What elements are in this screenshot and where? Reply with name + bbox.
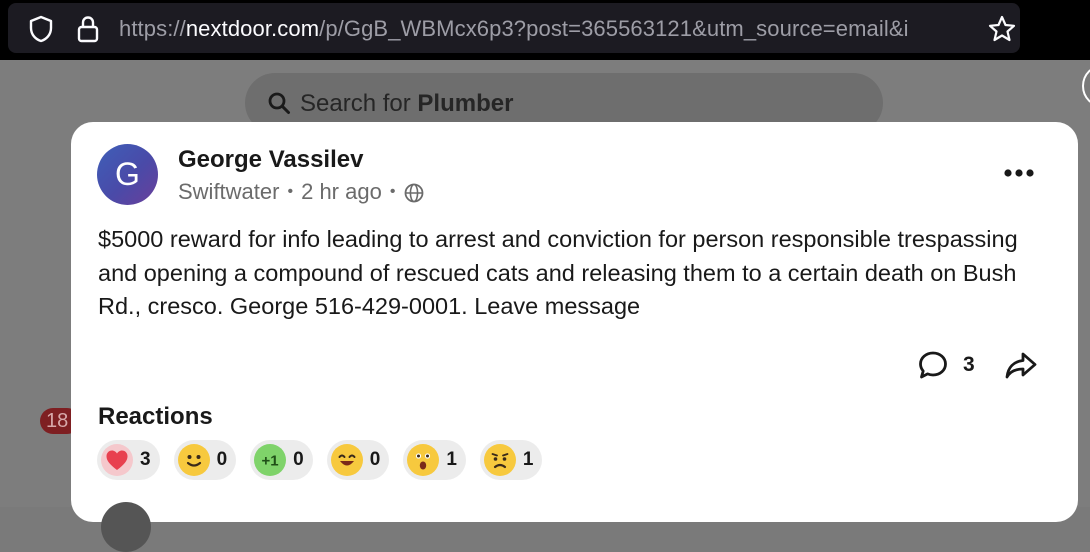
- reaction-heart[interactable]: 3: [97, 440, 160, 480]
- author-avatar[interactable]: G: [97, 144, 158, 205]
- url-path: /p/GgB_WBMcx6p3?post=365563121&utm_sourc…: [319, 16, 909, 41]
- comment-count[interactable]: 3: [963, 353, 975, 377]
- post-time: 2 hr ago: [301, 179, 382, 204]
- heart-icon: [101, 444, 133, 476]
- reaction-count: 1: [522, 449, 534, 470]
- shield-icon[interactable]: [28, 15, 54, 43]
- surprised-icon: [407, 444, 440, 476]
- post-body: $5000 reward for info leading to arrest …: [98, 226, 1018, 319]
- browser-toolbar: https://nextdoor.com/p/GgB_WBMcx6p3?post…: [0, 0, 1090, 60]
- post-meta: Swiftwater • 2 hr ago •: [178, 179, 425, 205]
- separator-dot: •: [287, 183, 294, 200]
- reactions-heading: Reactions: [98, 403, 213, 430]
- url-fade: [948, 3, 983, 53]
- reaction-count: 0: [216, 449, 228, 470]
- address-bar[interactable]: https://nextdoor.com/p/GgB_WBMcx6p3?post…: [8, 3, 1020, 53]
- author-name[interactable]: George Vassilev: [178, 146, 363, 174]
- reaction-count: 3: [140, 449, 151, 470]
- more-options-icon[interactable]: [1003, 166, 1035, 180]
- separator-dot: •: [389, 183, 396, 200]
- laugh-icon: [330, 444, 363, 476]
- reactions-row: 3 0 +1 0 0 1 1: [97, 440, 543, 480]
- url-prefix: https://: [119, 16, 186, 41]
- reaction-count: 0: [293, 449, 304, 470]
- svg-text:+1: +1: [262, 453, 279, 470]
- share-icon[interactable]: [1004, 349, 1038, 381]
- post-card: G George Vassilev Swiftwater • 2 hr ago …: [71, 122, 1078, 552]
- lock-icon[interactable]: [76, 14, 100, 44]
- search-prefix: Search for: [300, 90, 418, 117]
- globe-icon: [405, 183, 424, 203]
- smile-icon: [177, 444, 210, 476]
- reaction-sad[interactable]: 1: [479, 440, 543, 480]
- comment-icon[interactable]: [917, 349, 949, 381]
- reaction-plus-one[interactable]: +1 0: [250, 440, 313, 480]
- url-domain: nextdoor.com: [185, 16, 320, 41]
- reaction-smile[interactable]: 0: [173, 440, 237, 480]
- reaction-count: 1: [446, 449, 457, 470]
- url-text[interactable]: https://nextdoor.com/p/GgB_WBMcx6p3?post…: [119, 16, 979, 42]
- neighborhood-link[interactable]: Swiftwater: [178, 179, 279, 205]
- search-placeholder: Search for Plumber: [300, 90, 513, 118]
- reaction-surprised[interactable]: 1: [403, 440, 466, 480]
- bookmark-star-icon[interactable]: [987, 14, 1017, 44]
- plus-one-icon: +1: [254, 444, 287, 476]
- reaction-count: 0: [369, 449, 381, 470]
- reaction-laugh[interactable]: 0: [326, 440, 390, 480]
- sad-icon: [483, 444, 516, 476]
- commenter-avatar[interactable]: [101, 502, 151, 552]
- search-term: Plumber: [417, 90, 514, 117]
- search-icon: [268, 92, 290, 114]
